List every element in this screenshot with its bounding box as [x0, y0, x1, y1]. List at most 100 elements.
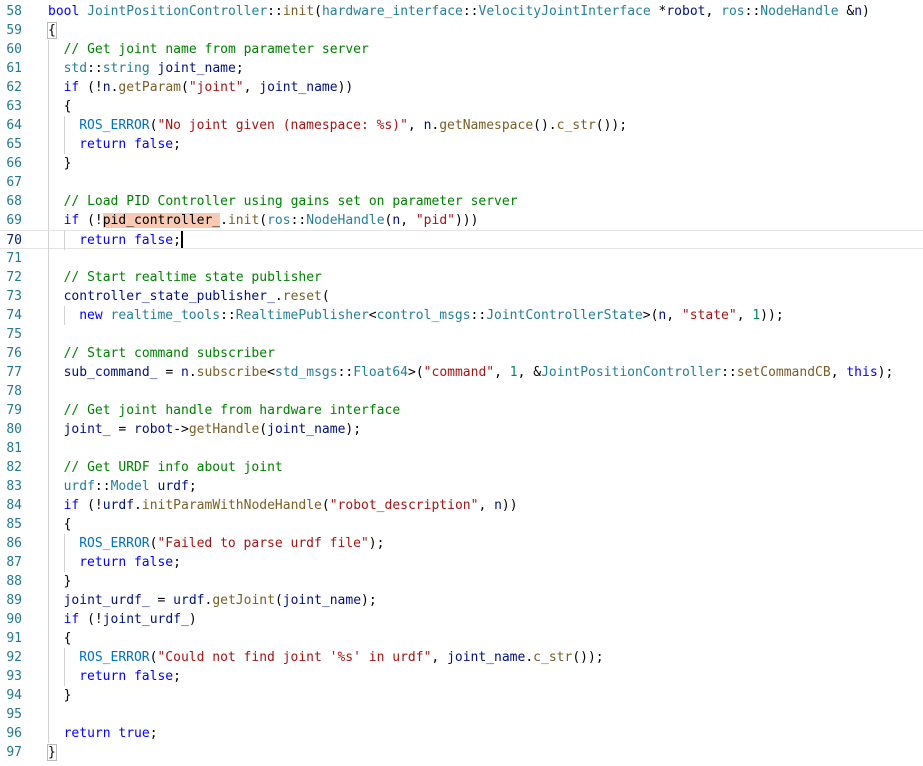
code-text: // Get URDF info about joint	[64, 458, 283, 477]
code-token: controller_state_publisher_	[63, 289, 275, 304]
code-token: ::	[462, 4, 479, 19]
code-token: robot	[134, 422, 174, 437]
code-line[interactable]: 87 return false;	[0, 553, 923, 572]
line-number: 88	[6, 574, 22, 589]
code-line[interactable]: 81	[0, 439, 923, 458]
code-line[interactable]: 75	[0, 325, 923, 344]
code-line[interactable]: 97}	[0, 743, 923, 762]
code-token: return	[79, 555, 127, 570]
code-token: joint_name	[282, 593, 362, 608]
code-token: // Start realtime state publisher	[63, 270, 322, 285]
code-token: (!	[79, 612, 103, 627]
code-token: sub_command_	[63, 365, 158, 380]
code-token: return	[79, 137, 127, 152]
code-line[interactable]: 80 joint_ = robot->getHandle(joint_name);	[0, 420, 923, 439]
code-line[interactable]: 79 // Get joint handle from hardware inte…	[0, 401, 923, 420]
indent-guide	[48, 667, 49, 686]
code-token: (!	[79, 498, 103, 513]
code-token: // Get joint name from parameter server	[63, 42, 369, 57]
line-number: 76	[6, 346, 22, 361]
code-line[interactable]: 77 sub_command_ = n.subscribe<std_msgs::F…	[0, 363, 923, 382]
code-token: if	[63, 612, 80, 627]
code-token: NodeHandle	[306, 213, 385, 228]
code-line[interactable]: 67	[0, 173, 923, 192]
code-line[interactable]: 62 if (!n.getParam("joint", joint_name))	[0, 78, 923, 97]
code-text: {	[64, 97, 72, 116]
code-line[interactable]: 85 {	[0, 515, 923, 534]
code-line[interactable]: 71	[0, 249, 923, 268]
code-token: true	[118, 726, 150, 741]
indent-guide	[48, 515, 49, 534]
code-line[interactable]: 88}	[0, 572, 923, 591]
code-line[interactable]: 84 if (!urdf.initParamWithNodeHandle("rob…	[0, 496, 923, 515]
line-number: 66	[6, 156, 22, 171]
code-text: // Start command subscriber	[64, 344, 275, 363]
code-line[interactable]: 96 return true;	[0, 724, 923, 743]
code-token: {	[63, 99, 72, 114]
line-number: 59	[6, 23, 22, 38]
code-token: std	[63, 61, 88, 76]
code-text: return false;	[79, 553, 181, 572]
code-text: bool JointPositionController::init(hardw…	[48, 2, 870, 21]
code-line[interactable]: 65 return false;	[0, 135, 923, 154]
code-token: <	[368, 308, 377, 323]
code-text: if (!pid_controller_.init(ros::NodeHandl…	[64, 211, 478, 230]
code-token: joint_urdf_	[63, 593, 150, 608]
indent-guide	[48, 401, 49, 420]
code-line[interactable]: 72 // Start realtime state publisher	[0, 268, 923, 287]
code-line[interactable]: 86 ROS_ERROR("Failed to parse urdf file")…	[0, 534, 923, 553]
code-line[interactable]: 93 return false;	[0, 667, 923, 686]
line-number: 69	[6, 213, 22, 228]
code-line[interactable]: 95	[0, 705, 923, 724]
code-line[interactable]: 73 controller_state_publisher_.reset(	[0, 287, 923, 306]
code-line[interactable]: 61 std::string joint_name;	[0, 59, 923, 78]
indent-guide	[48, 382, 49, 401]
line-number: 84	[6, 498, 22, 513]
code-line[interactable]: 64 ROS_ERROR("No joint given (namespace: …	[0, 116, 923, 135]
indent-guide	[48, 705, 49, 724]
code-line[interactable]: 89 joint_urdf_ = urdf.getJoint(joint_name…	[0, 591, 923, 610]
code-text: sub_command_ = n.subscribe<std_msgs::Flo…	[64, 363, 894, 382]
code-token: joint_	[63, 422, 111, 437]
code-text: }	[64, 572, 72, 591]
indent-guide	[48, 648, 49, 667]
code-line[interactable]: 69 if (!pid_controller_.init(ros::NodeHan…	[0, 211, 923, 230]
code-line[interactable]: 60 // Get joint name from parameter serve…	[0, 40, 923, 59]
code-token: (!	[79, 80, 103, 95]
code-line[interactable]: 58 bool JointPositionController::init(har…	[0, 2, 923, 21]
code-text: return true;	[64, 724, 158, 743]
line-number: 74	[6, 308, 22, 323]
code-token: )	[862, 4, 870, 19]
code-line[interactable]: 92 ROS_ERROR("Could not find joint '%s' i…	[0, 648, 923, 667]
code-token: n	[102, 80, 111, 95]
code-line[interactable]: 70 return false;	[0, 230, 923, 250]
line-number: 73	[6, 289, 22, 304]
code-line[interactable]: 66}	[0, 154, 923, 173]
code-text: joint_ = robot->getHandle(joint_name);	[64, 420, 361, 439]
code-line[interactable]: 91 {	[0, 629, 923, 648]
code-line[interactable]: 82 // Get URDF info about joint	[0, 458, 923, 477]
code-token: {	[63, 631, 72, 646]
line-number: 96	[6, 726, 22, 741]
code-token: "pid"	[415, 213, 455, 228]
code-line[interactable]: 63 {	[0, 97, 923, 116]
code-token: getParam	[118, 80, 182, 95]
indent-guide	[48, 344, 49, 363]
code-token: ());	[595, 118, 628, 133]
code-token: ,	[243, 80, 260, 95]
code-line[interactable]: 59 {	[0, 21, 923, 40]
code-token: init	[227, 213, 260, 228]
code-token: control_msgs	[376, 308, 471, 323]
code-line[interactable]: 76 // Start command subscriber	[0, 344, 923, 363]
code-line[interactable]: 68 // Load PID Controller using gains set…	[0, 192, 923, 211]
code-token: ,	[494, 365, 510, 380]
code-text: {	[47, 21, 57, 40]
code-line[interactable]: 90 if (!joint_urdf_)	[0, 610, 923, 629]
code-line[interactable]: 94}	[0, 686, 923, 705]
code-token: (	[321, 498, 330, 513]
code-line[interactable]: 78	[0, 382, 923, 401]
code-text: }	[64, 154, 72, 173]
code-line[interactable]: 74 new realtime_tools::RealtimePublisher<…	[0, 306, 923, 325]
code-editor[interactable]: 58 bool JointPositionController::init(har…	[0, 0, 923, 766]
code-line[interactable]: 83 urdf::Model urdf;	[0, 477, 923, 496]
